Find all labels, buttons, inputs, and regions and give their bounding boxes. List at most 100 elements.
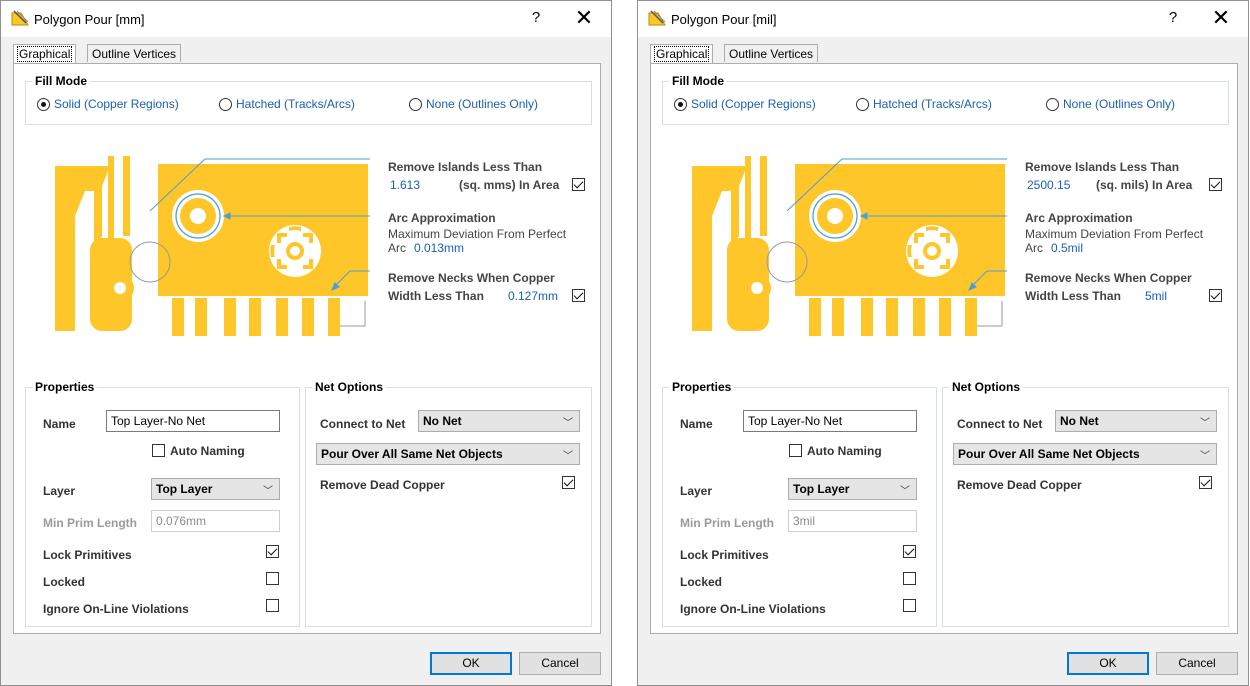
remove-dead-copper-checkbox[interactable] <box>562 476 575 489</box>
lock-primitives-checkbox[interactable] <box>266 545 279 558</box>
arc-approx-prefix: Arc <box>1025 241 1043 255</box>
fill-mode-none-radio[interactable]: None (Outlines Only) <box>1046 97 1175 111</box>
fill-mode-hatched-radio[interactable]: Hatched (Tracks/Arcs) <box>856 97 992 111</box>
dialog-title: Polygon Pour [mil] <box>671 12 777 27</box>
pour-over-select[interactable]: Pour Over All Same Net Objects ﹀ <box>953 443 1217 465</box>
fill-mode-legend: Fill Mode <box>32 74 90 88</box>
auto-naming-label: Auto Naming <box>170 444 245 458</box>
remove-islands-checkbox[interactable] <box>572 178 585 191</box>
finger-4 <box>886 298 898 336</box>
tab-outline-vertices[interactable]: Outline Vertices <box>724 44 819 62</box>
locked-checkbox[interactable] <box>266 572 279 585</box>
cancel-button[interactable]: Cancel <box>1156 652 1238 675</box>
track-3 <box>123 156 130 236</box>
auto-naming-checkbox[interactable] <box>789 444 802 457</box>
finger-6 <box>302 298 314 336</box>
tab-graphical-label: Graphical <box>16 46 73 62</box>
remove-necks-checkbox[interactable] <box>572 289 585 302</box>
remove-islands-checkbox[interactable] <box>1209 178 1222 191</box>
ignore-online-checkbox[interactable] <box>266 599 279 612</box>
remove-dead-copper-label: Remove Dead Copper <box>957 478 1082 492</box>
ignore-online-checkbox[interactable] <box>903 599 916 612</box>
net-options-group: Net Options Connect to Net No Net ﹀ Pour… <box>942 380 1229 627</box>
remove-necks-value[interactable]: 5mil <box>1145 289 1167 303</box>
layer-label: Layer <box>680 484 713 498</box>
finger-2 <box>195 298 207 336</box>
tab-outline-vertices-label: Outline Vertices <box>729 47 814 61</box>
finger-3 <box>224 298 236 336</box>
remove-islands-value[interactable]: 1.613 <box>390 178 420 192</box>
fill-mode-hatched-radio[interactable]: Hatched (Tracks/Arcs) <box>219 97 355 111</box>
chevron-down-icon: ﹀ <box>563 451 573 462</box>
remove-necks-title: Remove Necks When Copper <box>388 271 555 285</box>
fill-mode-hatched-label: Hatched (Tracks/Arcs) <box>236 97 355 111</box>
remove-necks-checkbox[interactable] <box>1209 289 1222 302</box>
locked-label: Locked <box>680 575 723 589</box>
cancel-button[interactable]: Cancel <box>519 652 601 675</box>
min-prim-length-label: Min Prim Length <box>43 516 137 530</box>
close-button[interactable]: ✕ <box>1206 6 1236 30</box>
fill-mode-solid-radio[interactable]: Solid (Copper Regions) <box>37 97 179 111</box>
help-button[interactable]: ? <box>1164 9 1182 26</box>
arc-approx-value[interactable]: 0.5mil <box>1051 241 1083 255</box>
arc-approx-value[interactable]: 0.013mm <box>414 241 464 255</box>
remove-necks-value[interactable]: 0.127mm <box>508 289 558 303</box>
ok-button[interactable]: OK <box>1067 652 1149 675</box>
ignore-online-label: Ignore On-Line Violations <box>680 602 826 616</box>
remove-islands-value[interactable]: 2500.15 <box>1027 178 1070 192</box>
tab-graphical[interactable]: Graphical <box>650 44 714 64</box>
fill-mode-options: Solid (Copper Regions) Hatched (Tracks/A… <box>26 97 591 113</box>
auto-naming-checkbox[interactable] <box>152 444 165 457</box>
fill-mode-group: Fill Mode Solid (Copper Regions) Hatched… <box>25 74 592 125</box>
copper-fill <box>692 156 1005 336</box>
finger-1 <box>172 298 184 336</box>
chevron-down-icon: ﹀ <box>900 486 910 497</box>
lock-primitives-label: Lock Primitives <box>43 548 132 562</box>
graphical-panel: Fill Mode Solid (Copper Regions) Hatched… <box>650 63 1238 634</box>
track-2 <box>108 156 114 240</box>
auto-naming-label: Auto Naming <box>807 444 882 458</box>
remove-dead-copper-checkbox[interactable] <box>1199 476 1212 489</box>
arc-approx-line1: Maximum Deviation From Perfect <box>1025 227 1204 241</box>
finger-7 <box>965 298 977 336</box>
chevron-down-icon: ﹀ <box>1200 451 1210 462</box>
ok-button[interactable]: OK <box>430 652 512 675</box>
lock-primitives-checkbox[interactable] <box>903 545 916 558</box>
track-2 <box>745 156 751 240</box>
help-button[interactable]: ? <box>527 9 545 26</box>
fill-mode-solid-label: Solid (Copper Regions) <box>691 97 816 111</box>
net-options-legend: Net Options <box>949 380 1023 394</box>
layer-select[interactable]: Top Layer ﹀ <box>788 478 917 500</box>
connect-to-net-select[interactable]: No Net ﹀ <box>418 410 580 432</box>
radio-circle <box>1046 97 1059 111</box>
layer-select-value: Top Layer <box>793 482 850 496</box>
tab-outline-vertices[interactable]: Outline Vertices <box>87 44 182 62</box>
pour-over-select[interactable]: Pour Over All Same Net Objects ﹀ <box>316 443 580 465</box>
locked-checkbox[interactable] <box>903 572 916 585</box>
fill-mode-solid-radio[interactable]: Solid (Copper Regions) <box>674 97 816 111</box>
title-bar: Polygon Pour [mil] ? ✕ <box>638 1 1248 37</box>
chevron-down-icon: ﹀ <box>1200 418 1210 429</box>
name-input[interactable]: Top Layer-No Net <box>106 410 280 432</box>
fill-mode-none-radio[interactable]: None (Outlines Only) <box>409 97 538 111</box>
min-prim-length-input: 3mil <box>788 510 917 532</box>
fill-mode-none-label: None (Outlines Only) <box>1063 97 1176 111</box>
fill-mode-solid-label: Solid (Copper Regions) <box>54 97 179 111</box>
finger-4 <box>249 298 261 336</box>
connect-to-net-select[interactable]: No Net ﹀ <box>1055 410 1217 432</box>
finger-2 <box>832 298 844 336</box>
polygon-pour-illustration <box>55 156 370 336</box>
close-button[interactable]: ✕ <box>569 6 599 30</box>
finger-6 <box>939 298 951 336</box>
layer-select[interactable]: Top Layer ﹀ <box>151 478 280 500</box>
fill-mode-none-label: None (Outlines Only) <box>426 97 539 111</box>
tab-graphical[interactable]: Graphical <box>13 44 77 64</box>
properties-group: Properties Name Top Layer-No Net Auto Na… <box>662 380 937 627</box>
connect-to-net-label: Connect to Net <box>320 417 406 431</box>
copper-fill <box>55 156 368 336</box>
net-options-legend: Net Options <box>312 380 386 394</box>
track-1 <box>94 176 102 246</box>
polygon-pour-illustration <box>692 156 1007 336</box>
radio-circle <box>219 97 232 111</box>
name-input[interactable]: Top Layer-No Net <box>743 410 917 432</box>
